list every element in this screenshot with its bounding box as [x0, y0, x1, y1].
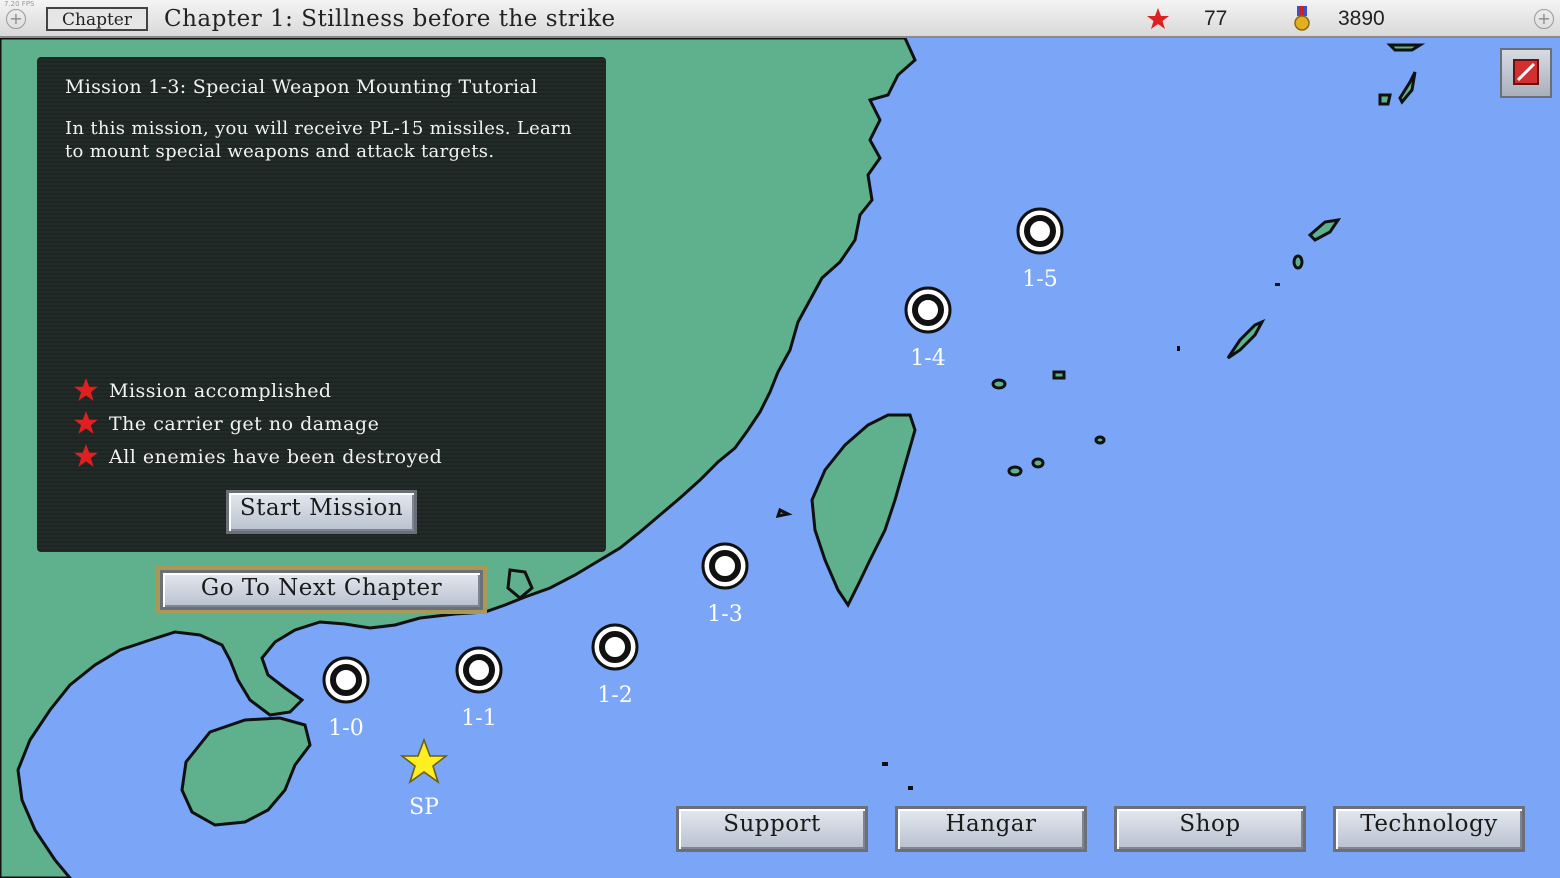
island: [1386, 43, 1426, 52]
mission-node-1-0[interactable]: [320, 654, 372, 706]
island: [1292, 254, 1304, 270]
island: [1275, 283, 1280, 286]
objective-label: All enemies have been destroyed: [109, 446, 443, 468]
island: [1007, 465, 1023, 477]
mission-node-1-5[interactable]: [1014, 205, 1066, 257]
chapter-button[interactable]: Chapter: [46, 7, 148, 31]
mission-node-1-2[interactable]: [589, 621, 641, 673]
mission-description: In this mission, you will receive PL-15 …: [65, 118, 572, 162]
hainan-island: [180, 716, 312, 827]
sp-node-label: SP: [409, 795, 439, 820]
mission-node-1-4[interactable]: [902, 284, 954, 336]
island: [991, 378, 1007, 390]
mission-node-label: 1-0: [328, 716, 364, 741]
zoom-in-icon[interactable]: +: [6, 9, 26, 29]
mission-node-1-3[interactable]: [699, 540, 751, 592]
medal-count: 3890: [1338, 7, 1385, 30]
sp-star-icon[interactable]: [400, 738, 448, 786]
mission-title: Mission 1-3: Special Weapon Mounting Tut…: [65, 76, 538, 98]
fps-counter: 7.20 FPS: [4, 0, 35, 8]
island: [1031, 457, 1045, 469]
island: [1307, 217, 1342, 242]
red-star-icon: [74, 378, 98, 401]
technology-button[interactable]: Technology: [1333, 806, 1525, 852]
taiwan-island: [810, 413, 917, 608]
mission-node-label: 1-5: [1022, 267, 1058, 292]
mission-node-label: 1-4: [910, 346, 946, 371]
island: [882, 762, 888, 766]
island: [908, 786, 913, 790]
red-star-icon: [74, 411, 98, 434]
island: [1094, 435, 1106, 445]
hangar-button[interactable]: Hangar: [895, 806, 1087, 852]
shop-button[interactable]: Shop: [1114, 806, 1306, 852]
flag-icon: [1513, 59, 1539, 85]
mission-node-1-1[interactable]: [453, 644, 505, 696]
medal-icon: [1294, 6, 1310, 31]
red-star-icon: [74, 444, 98, 467]
island: [775, 507, 793, 518]
start-mission-button[interactable]: Start Mission: [226, 490, 417, 534]
objective-label: Mission accomplished: [109, 380, 332, 402]
flag-button[interactable]: [1500, 48, 1552, 98]
mission-node-label: 1-2: [597, 683, 633, 708]
next-chapter-frame: Go To Next Chapter: [156, 566, 487, 614]
island: [1226, 318, 1266, 360]
zoom-out-icon[interactable]: +: [1534, 9, 1554, 29]
chapter-title: Chapter 1: Stillness before the strike: [164, 6, 616, 32]
mission-briefing-panel: Mission 1-3: Special Weapon Mounting Tut…: [37, 57, 606, 552]
red-star-icon: [1147, 8, 1169, 29]
mission-node-label: 1-1: [461, 706, 497, 731]
objective-label: The carrier get no damage: [109, 413, 380, 435]
island: [1052, 370, 1066, 380]
star-count: 77: [1204, 7, 1228, 30]
top-bar: 7.20 FPS + Chapter Chapter 1: Stillness …: [0, 0, 1560, 38]
island: [1177, 346, 1180, 351]
next-chapter-button[interactable]: Go To Next Chapter: [160, 570, 483, 610]
island: [1378, 71, 1417, 106]
mission-node-label: 1-3: [707, 602, 743, 627]
support-button[interactable]: Support: [676, 806, 868, 852]
